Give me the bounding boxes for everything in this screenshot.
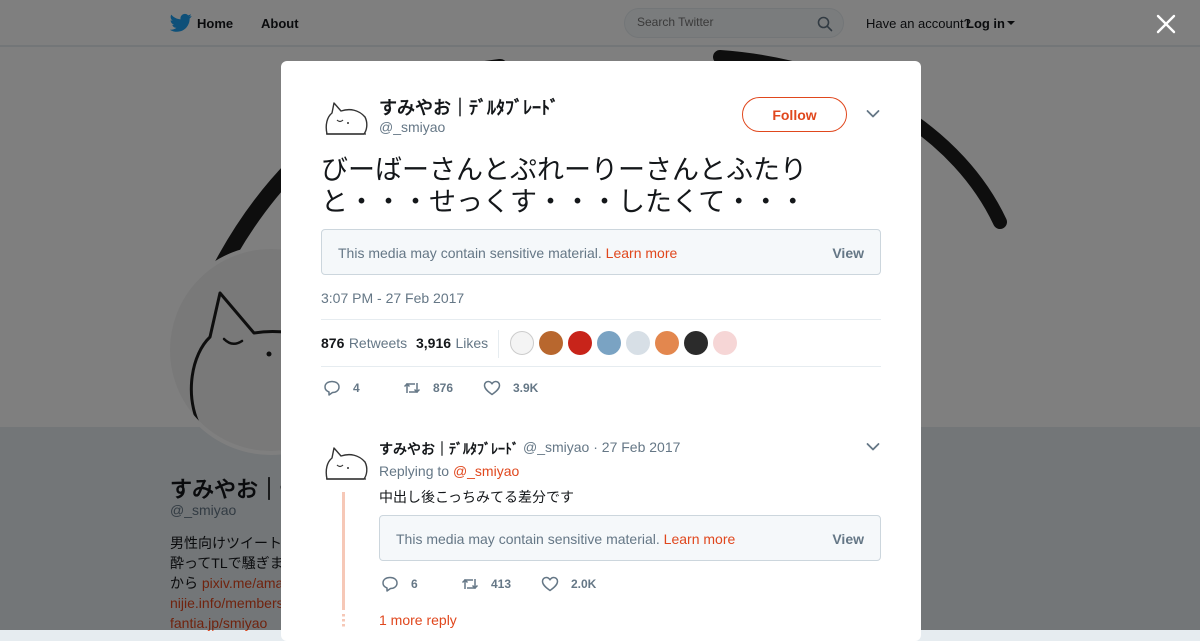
heart-icon <box>483 380 501 396</box>
sensitive-notice-text: This media may contain sensitive materia… <box>396 531 735 547</box>
view-media-button[interactable]: View <box>832 245 864 261</box>
author-handle[interactable]: @_smiyao <box>379 119 445 135</box>
chevron-down-icon[interactable] <box>866 442 880 452</box>
sensitive-notice-text: This media may contain sensitive materia… <box>338 245 677 261</box>
replying-to: Replying to @_smiyao <box>379 463 519 479</box>
author-avatar[interactable] <box>324 97 368 141</box>
liker-avatar[interactable] <box>626 331 650 355</box>
liker-avatar[interactable] <box>713 331 737 355</box>
reply-icon <box>324 380 340 396</box>
tweet-modal: すみやお｜ﾃﾞﾙﾀﾌﾞﾚｰﾄﾞ @_smiyao Follow びーばーさんとぷ… <box>281 61 921 641</box>
follow-button[interactable]: Follow <box>742 97 847 132</box>
retweet-count: 876 <box>321 335 345 351</box>
reply-author-avatar[interactable] <box>324 442 368 486</box>
tweet-text: びーばーさんとぷれーりーさんとふたりと・・・せっくす・・・したくて・・・ <box>321 155 807 217</box>
learn-more-link[interactable]: Learn more <box>606 245 678 261</box>
liker-avatar[interactable] <box>568 331 592 355</box>
liker-avatar[interactable] <box>539 331 563 355</box>
more-replies-link[interactable]: 1 more reply <box>379 612 457 628</box>
liker-avatar[interactable] <box>684 331 708 355</box>
like-count-action: 2.0K <box>571 577 597 591</box>
retweet-count-action: 876 <box>433 381 454 395</box>
retweet-icon <box>461 578 479 590</box>
retweet-label: Retweets <box>348 335 408 351</box>
liker-avatar[interactable] <box>597 331 621 355</box>
thread-line <box>342 492 345 610</box>
reply-text: 中出し後こっちみてる差分です <box>379 489 575 505</box>
replying-to-handle[interactable]: @_smiyao <box>453 463 519 479</box>
retweet-count-action: 413 <box>491 577 512 591</box>
stat-divider <box>498 330 499 358</box>
likes-stat[interactable]: 3,916 Likes <box>416 335 488 353</box>
reply-sensitive-media-notice: This media may contain sensitive materia… <box>379 515 881 561</box>
like-count-action: 3.9K <box>513 381 539 395</box>
author-name[interactable]: すみやお｜ﾃﾞﾙﾀﾌﾞﾚｰﾄﾞ <box>379 94 559 120</box>
reply-actions: 6 413 2.0K <box>381 574 681 594</box>
tweet-stats: 876 Retweets 3,916 Likes <box>321 319 881 367</box>
view-media-button[interactable]: View <box>832 531 864 547</box>
learn-more-link[interactable]: Learn more <box>664 531 736 547</box>
reply-icon <box>382 576 398 592</box>
sensitive-media-notice: This media may contain sensitive materia… <box>321 229 881 275</box>
tweet-timestamp[interactable]: 3:07 PM - 27 Feb 2017 <box>321 290 464 306</box>
sensitive-notice-label: This media may contain sensitive materia… <box>338 245 602 261</box>
likes-count: 3,916 <box>416 335 452 351</box>
chevron-down-icon[interactable] <box>866 109 880 119</box>
thread-dots <box>342 614 345 628</box>
liker-avatar[interactable] <box>655 331 679 355</box>
reply-count: 6 <box>411 577 418 591</box>
heart-icon <box>541 576 559 592</box>
sensitive-notice-label: This media may contain sensitive materia… <box>396 531 660 547</box>
tweet-actions: 4 876 3.9K <box>323 378 623 398</box>
reply-count: 4 <box>353 381 360 395</box>
close-icon[interactable] <box>1156 14 1176 34</box>
retweet-stat[interactable]: 876 Retweets <box>321 335 407 353</box>
liker-avatar[interactable] <box>510 331 534 355</box>
reply-author-name[interactable]: すみやお｜ﾃﾞﾙﾀﾌﾞﾚｰﾄﾞ <box>379 439 519 459</box>
reply-handle-date[interactable]: @_smiyao · 27 Feb 2017 <box>523 439 680 455</box>
likes-label: Likes <box>455 335 489 351</box>
replying-to-label: Replying to <box>379 463 450 479</box>
retweet-icon <box>403 382 421 394</box>
